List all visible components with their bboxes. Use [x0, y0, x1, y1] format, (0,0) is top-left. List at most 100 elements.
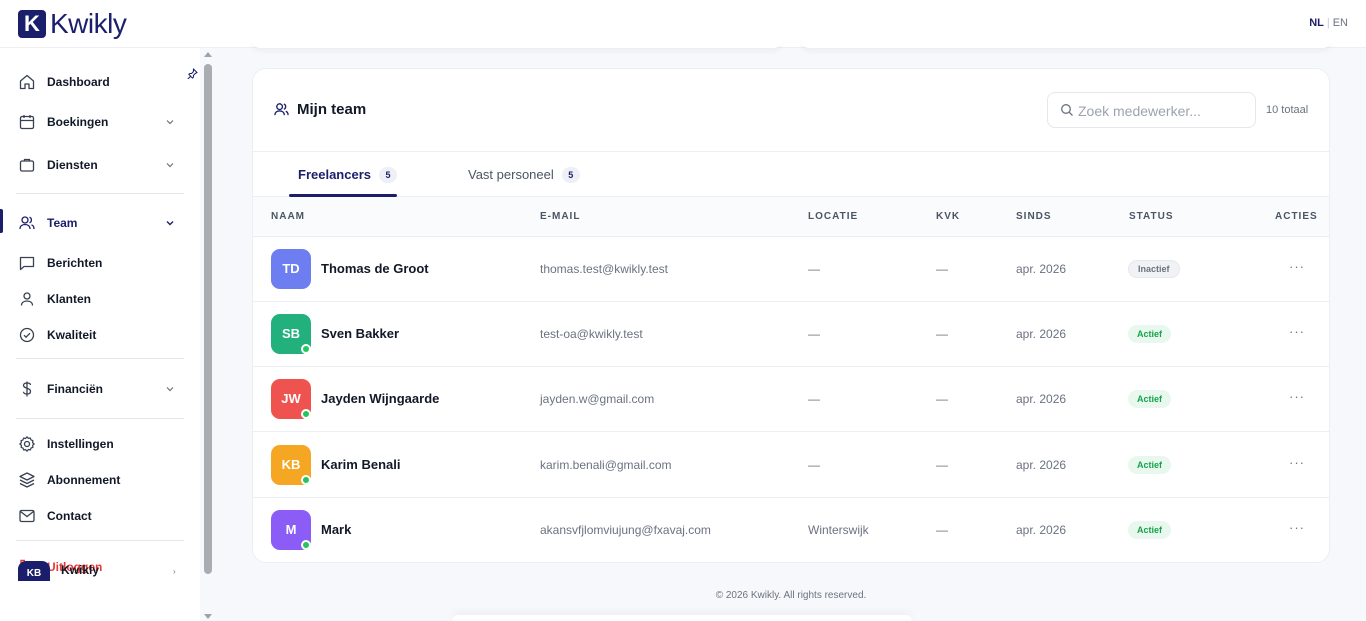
sidebar-divider [16, 358, 184, 359]
sidebar-item-klanten[interactable]: Klanten [0, 284, 196, 314]
sidebar-item-contact[interactable]: Contact [0, 501, 196, 531]
employee-name[interactable]: Jayden Wijngaarde [321, 391, 439, 406]
briefcase-icon [18, 156, 36, 174]
employee-name[interactable]: Karim Benali [321, 457, 400, 472]
table-row[interactable]: M Mark akansvfjlomviujung@fxavaj.com Win… [253, 498, 1329, 562]
table-row[interactable]: TD Thomas de Groot thomas.test@kwikly.te… [253, 237, 1329, 302]
employee-location: Winterswijk [808, 523, 869, 537]
lang-nl[interactable]: NL [1309, 17, 1324, 29]
language-switcher: NL | EN [1309, 17, 1348, 29]
sidebar-item-label: Team [47, 216, 78, 230]
employee-email: karim.benali@gmail.com [540, 458, 672, 472]
employee-kvk: — [936, 327, 948, 341]
employee-since: apr. 2026 [1016, 523, 1067, 537]
column-header-acties: ACTIES [1275, 211, 1318, 222]
sidebar-scrollbar[interactable] [203, 52, 213, 621]
table-header: NAAM E-MAIL LOCATIE KVK SINDS STATUS ACT… [253, 197, 1329, 237]
sidebar-item-financien[interactable]: Financiën [0, 374, 196, 404]
employee-kvk: — [936, 392, 948, 406]
lang-en[interactable]: EN [1333, 17, 1348, 29]
message-icon [18, 254, 36, 272]
table-row[interactable]: KB Karim Benali karim.benali@gmail.com —… [253, 433, 1329, 498]
users-icon [273, 101, 290, 118]
online-indicator [301, 344, 311, 354]
more-actions-button[interactable]: ··· [1283, 520, 1311, 538]
next-card-edge [452, 615, 912, 621]
column-header-email[interactable]: E-MAIL [540, 211, 580, 222]
tab-label: Vast personeel [468, 167, 554, 182]
employee-name[interactable]: Mark [321, 522, 351, 537]
tab-vast-personeel[interactable]: Vast personeel 5 [468, 152, 580, 197]
sidebar-item-label: Klanten [47, 292, 92, 306]
table-row[interactable]: SB Sven Bakker test-oa@kwikly.test — — a… [253, 302, 1329, 367]
employee-email: test-oa@kwikly.test [540, 327, 643, 341]
employee-since: apr. 2026 [1016, 458, 1067, 472]
employee-kvk: — [936, 262, 948, 276]
chevron-icon: › [173, 567, 176, 576]
mail-icon [18, 507, 36, 525]
card-title-text: Mijn team [297, 101, 367, 118]
sidebar-item-berichten[interactable]: Berichten [0, 248, 196, 278]
column-header-locatie[interactable]: LOCATIE [808, 211, 858, 222]
column-header-kvk[interactable]: KVK [936, 211, 960, 222]
logo[interactable]: K Kwikly [18, 8, 127, 40]
online-indicator [301, 409, 311, 419]
sidebar-item-label: Instellingen [47, 437, 114, 451]
more-actions-button[interactable]: ··· [1283, 455, 1311, 473]
tab-label: Freelancers [298, 167, 371, 182]
more-actions-button[interactable]: ··· [1283, 259, 1311, 277]
sidebar-item-label: Financiën [47, 382, 104, 396]
scroll-up-arrow[interactable] [204, 52, 212, 57]
previous-cards [236, 40, 1346, 50]
online-indicator [301, 540, 311, 550]
scroll-thumb[interactable] [204, 64, 212, 574]
tab-freelancers[interactable]: Freelancers 5 [298, 152, 397, 197]
logo-mark: K [18, 10, 46, 38]
sidebar-divider [16, 418, 184, 419]
column-header-status[interactable]: STATUS [1129, 211, 1174, 222]
user-icon [18, 290, 36, 308]
sidebar-divider [16, 193, 184, 194]
chevron-down-icon [164, 217, 176, 229]
employee-since: apr. 2026 [1016, 327, 1067, 341]
more-actions-button[interactable]: ··· [1283, 324, 1311, 342]
gear-icon [18, 435, 36, 453]
employee-name[interactable]: Thomas de Groot [321, 261, 429, 276]
sidebar-item-diensten[interactable]: Diensten [0, 150, 196, 180]
more-actions-button[interactable]: ··· [1283, 389, 1311, 407]
column-header-sinds[interactable]: SINDS [1016, 211, 1052, 222]
avatar: KB [18, 561, 50, 581]
sidebar-item-team[interactable]: Team [0, 208, 196, 238]
sidebar-item-dashboard[interactable]: Dashboard [0, 67, 196, 97]
sidebar-item-boekingen[interactable]: Boekingen [0, 107, 196, 137]
logo-text: Kwikly [50, 8, 127, 39]
employee-since: apr. 2026 [1016, 392, 1067, 406]
team-card: Mijn team 10 totaal Freelancers 5 Vast p… [252, 68, 1330, 563]
table-row[interactable]: JW Jayden Wijngaarde jayden.w@gmail.com … [253, 367, 1329, 432]
card-title: Mijn team [273, 101, 366, 118]
search-input[interactable] [1078, 101, 1248, 121]
status-badge: Actief [1128, 521, 1172, 539]
previous-card [252, 40, 782, 48]
sidebar-item-instellingen[interactable]: Instellingen [0, 429, 196, 459]
column-header-naam[interactable]: NAAM [271, 211, 305, 222]
sidebar-item-label: Berichten [47, 256, 103, 270]
search-icon [1060, 103, 1074, 117]
sidebar-item-label: Diensten [47, 158, 98, 172]
sidebar-item-label: Dashboard [47, 75, 110, 89]
tab-count-badge: 5 [561, 166, 580, 183]
scroll-down-arrow[interactable] [204, 614, 212, 619]
status-badge: Actief [1128, 456, 1172, 474]
employee-name[interactable]: Sven Bakker [321, 326, 399, 341]
employee-kvk: — [936, 523, 948, 537]
sidebar-item-kwaliteit[interactable]: Kwaliteit [0, 320, 196, 350]
lang-separator: | [1326, 17, 1330, 29]
sidebar-item-abonnement[interactable]: Abonnement [0, 465, 196, 495]
card-header: Mijn team 10 totaal [253, 69, 1329, 152]
sidebar-divider [16, 540, 184, 541]
team-tabs: Freelancers 5 Vast personeel 5 [253, 152, 1329, 197]
search-box[interactable] [1047, 92, 1256, 128]
chevron-down-icon [164, 383, 176, 395]
employee-kvk: — [936, 458, 948, 472]
tab-count-badge: 5 [379, 166, 397, 183]
